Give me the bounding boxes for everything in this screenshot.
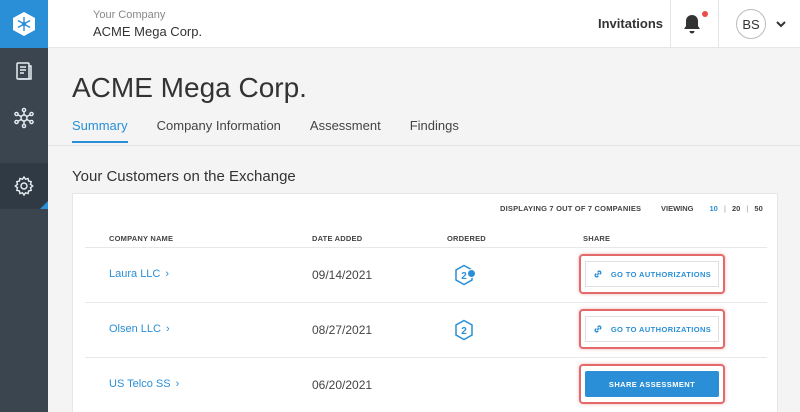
viewing-selector: VIEWING 10 | 20 | 50	[661, 204, 769, 213]
hexagon-logo-icon	[13, 12, 35, 36]
status-badge	[467, 269, 476, 278]
table-row: US Telco SS › 06/20/2021 SHARE ASSESSMENT	[73, 358, 779, 412]
column-header-date-added[interactable]: DATE ADDED	[312, 234, 362, 243]
customer-link[interactable]: Laura LLC ›	[109, 268, 169, 280]
network-icon	[14, 107, 34, 129]
sidebar-item-network[interactable]	[0, 95, 48, 141]
divider	[670, 0, 671, 48]
top-bar: Your Company ACME Mega Corp. Invitations…	[48, 0, 800, 48]
customer-name: Olsen LLC	[109, 323, 161, 335]
viewing-option-50[interactable]: 50	[748, 204, 768, 213]
invitations-link[interactable]: Invitations	[598, 16, 663, 31]
tabs-divider	[48, 145, 800, 146]
gear-icon	[14, 175, 34, 197]
highlight-box: GO TO AUTHORIZATIONS	[579, 254, 725, 294]
viewing-option-10[interactable]: 10	[704, 204, 724, 213]
link-icon	[594, 270, 602, 278]
customers-table: DISPLAYING 7 OUT OF 7 COMPANIES VIEWING …	[72, 193, 778, 412]
date-added: 06/20/2021	[312, 378, 373, 392]
divider	[718, 0, 719, 48]
table-row: Laura LLC › 09/14/2021 2 GO TO AUTHORIZAT…	[73, 248, 779, 302]
tab-assessment[interactable]: Assessment	[310, 118, 381, 143]
button-label: GO TO AUTHORIZATIONS	[610, 324, 712, 334]
share-assessment-button[interactable]: SHARE ASSESSMENT	[585, 371, 719, 397]
column-header-ordered[interactable]: ORDERED	[447, 234, 486, 243]
tab-findings[interactable]: Findings	[410, 118, 459, 143]
chevron-down-icon[interactable]	[775, 18, 787, 30]
tab-bar: Summary Company Information Assessment F…	[72, 118, 488, 143]
ordered-count: 2	[461, 326, 467, 337]
date-added: 09/14/2021	[312, 268, 373, 282]
sidebar-item-documents[interactable]	[0, 48, 48, 94]
customer-name: US Telco SS	[109, 378, 171, 390]
highlight-box: GO TO AUTHORIZATIONS	[579, 309, 725, 349]
column-header-share: SHARE	[583, 234, 611, 243]
company-label: Your Company	[93, 9, 166, 21]
customer-link[interactable]: US Telco SS ›	[109, 378, 179, 390]
tab-summary[interactable]: Summary	[72, 118, 128, 143]
document-icon	[16, 62, 32, 80]
column-header-company-name[interactable]: COMPANY NAME	[109, 234, 173, 243]
display-count: DISPLAYING 7 OUT OF 7 COMPANIES	[500, 204, 642, 213]
chevron-right-icon: ›	[175, 378, 180, 390]
link-icon	[594, 325, 602, 333]
customer-name: Laura LLC	[109, 268, 161, 280]
highlight-box: SHARE ASSESSMENT	[579, 364, 725, 404]
tab-company-information[interactable]: Company Information	[157, 118, 281, 143]
go-to-authorizations-button[interactable]: GO TO AUTHORIZATIONS	[585, 261, 719, 287]
notification-dot	[702, 11, 708, 17]
section-title: Your Customers on the Exchange	[72, 168, 296, 185]
page-title: ACME Mega Corp.	[72, 72, 307, 103]
bell-icon[interactable]	[680, 12, 704, 36]
go-to-authorizations-button[interactable]: GO TO AUTHORIZATIONS	[585, 316, 719, 342]
viewing-label: VIEWING	[661, 204, 694, 213]
viewing-option-20[interactable]: 20	[726, 204, 746, 213]
app-logo[interactable]	[0, 0, 48, 48]
button-label: GO TO AUTHORIZATIONS	[610, 269, 712, 279]
chevron-right-icon: ›	[165, 268, 170, 280]
date-added: 08/27/2021	[312, 323, 373, 337]
sidebar	[0, 0, 48, 412]
customer-link[interactable]: Olsen LLC ›	[109, 323, 170, 335]
ordered-hexagon-icon: 2	[455, 319, 473, 341]
chevron-right-icon: ›	[165, 323, 170, 335]
table-row: Olsen LLC › 08/27/2021 2 GO TO AUTHORIZAT…	[73, 303, 779, 357]
avatar[interactable]: BS	[736, 9, 766, 39]
sidebar-item-settings[interactable]	[0, 163, 48, 209]
company-name: ACME Mega Corp.	[93, 24, 203, 39]
